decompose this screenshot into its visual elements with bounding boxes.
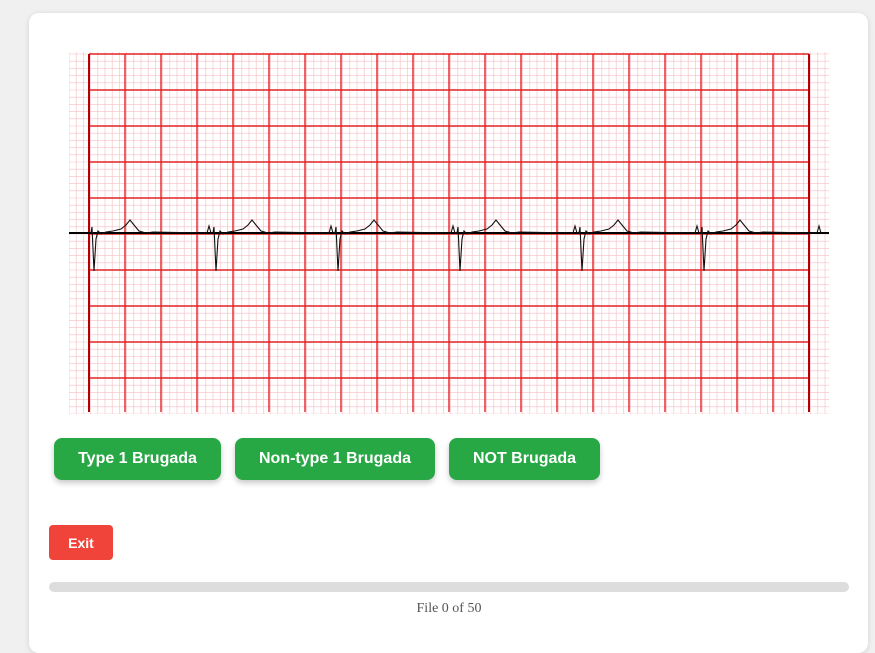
exit-button[interactable]: Exit	[49, 525, 113, 560]
not-brugada-button[interactable]: NOT Brugada	[449, 438, 600, 480]
non-type1-brugada-button[interactable]: Non-type 1 Brugada	[235, 438, 435, 480]
type1-brugada-button[interactable]: Type 1 Brugada	[54, 438, 221, 480]
ecg-strip	[69, 52, 829, 414]
ecg-trace	[90, 219, 822, 272]
progress-bar	[49, 582, 849, 592]
progress-label: File 0 of 50	[416, 601, 482, 616]
